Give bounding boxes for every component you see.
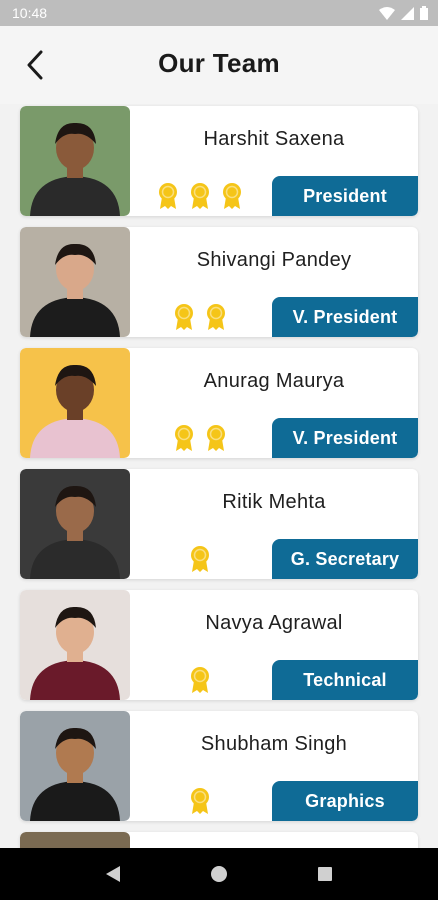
member-medals — [130, 303, 270, 331]
medal-icon — [189, 666, 211, 694]
wifi-icon — [379, 6, 395, 20]
battery-icon — [420, 6, 428, 20]
role-badge: V. President — [272, 297, 418, 337]
member-name: Navya Agrawal — [205, 612, 343, 634]
medal-icon — [205, 424, 227, 452]
member-medals — [130, 424, 270, 452]
member-photo — [20, 832, 130, 848]
member-medals — [130, 545, 270, 573]
member-photo — [20, 106, 130, 216]
medal-icon — [221, 182, 243, 210]
status-icons — [379, 6, 428, 20]
square-recents-icon — [318, 867, 332, 881]
team-member-card[interactable]: Harshit Saxena President — [20, 106, 418, 216]
nav-recents-button[interactable] — [305, 854, 345, 894]
role-badge: V. President — [272, 418, 418, 458]
team-member-card[interactable]: Shivangi Pandey V. President — [20, 227, 418, 337]
status-time: 10:48 — [12, 5, 48, 21]
member-name: Anurag Maurya — [203, 370, 345, 392]
medal-icon — [205, 303, 227, 331]
member-name: Harshit Saxena — [203, 128, 345, 150]
member-name: Shubham Singh — [200, 733, 348, 755]
team-member-list[interactable]: Harshit Saxena President Shivangi Pandey V.… — [0, 104, 438, 848]
member-name: Ritik Mehta — [222, 491, 326, 513]
role-badge: President — [272, 176, 418, 216]
status-bar: 10:48 — [0, 0, 438, 26]
medal-icon — [173, 303, 195, 331]
medal-icon — [189, 182, 211, 210]
circle-home-icon — [211, 866, 227, 882]
team-member-card[interactable]: Anurag Maurya V. President — [20, 348, 418, 458]
team-member-card[interactable]: Ritik Mehta G. Secretary — [20, 469, 418, 579]
member-medals — [130, 787, 270, 815]
member-name: Shivangi Pandey — [196, 249, 352, 271]
nav-back-button[interactable] — [93, 854, 133, 894]
header: Our Team — [0, 26, 438, 104]
system-nav-bar — [0, 848, 438, 900]
member-medals — [130, 666, 270, 694]
nav-home-button[interactable] — [199, 854, 239, 894]
member-photo — [20, 469, 130, 579]
page-title: Our Team — [158, 48, 280, 78]
triangle-back-icon — [106, 866, 120, 882]
role-badge: G. Secretary — [272, 539, 418, 579]
member-photo — [20, 348, 130, 458]
medal-icon — [157, 182, 179, 210]
team-member-card[interactable]: Navya Agrawal Technical — [20, 590, 418, 700]
medal-icon — [173, 424, 195, 452]
signal-icon — [401, 6, 414, 20]
member-photo — [20, 227, 130, 337]
medal-icon — [189, 545, 211, 573]
team-member-card-partial[interactable] — [20, 832, 418, 848]
medal-icon — [189, 787, 211, 815]
member-medals — [130, 182, 270, 210]
role-badge: Technical — [272, 660, 418, 700]
member-photo — [20, 590, 130, 700]
team-member-card[interactable]: Shubham Singh Graphics — [20, 711, 418, 821]
role-badge: Graphics — [272, 781, 418, 821]
member-photo — [20, 711, 130, 821]
